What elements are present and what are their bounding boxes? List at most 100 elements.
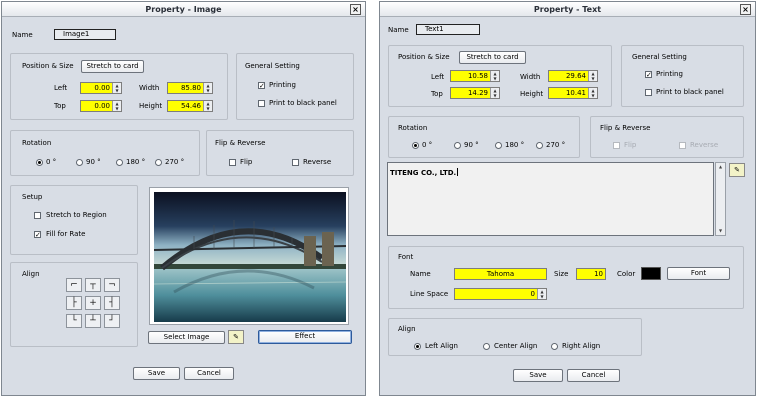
fill-for-rate-checkbox[interactable]: ✓ [34,231,41,239]
text-align-label: Align [398,325,416,333]
harbour-bridge-photo [154,192,346,322]
height-label: Height [520,90,544,98]
cancel-button[interactable]: Cancel [184,367,234,380]
rotation-90-radio[interactable] [454,142,461,149]
edit-text-icon[interactable]: ✎ [729,163,745,177]
align-bottom-right-button[interactable]: ┘ [104,314,120,328]
stretch-to-card-button[interactable]: Stretch to card [81,60,144,73]
flip-reverse-group [206,130,354,176]
left-label: Left [54,84,68,92]
width-spinner[interactable]: 29.64 ▲ ▼ [548,70,598,82]
rotation-270-radio[interactable] [536,142,543,149]
rotation-label: Rotation [22,139,52,147]
left-align-label: Left Align [425,342,458,350]
font-color-label: Color [617,270,636,278]
line-space-label: Line Space [410,290,449,298]
name-label: Name [388,26,409,34]
name-field[interactable]: Text1 [416,24,480,35]
text-scrollbar[interactable]: ▲ ▼ [715,162,726,236]
height-spinner[interactable]: 10.41 ▲ ▼ [548,87,598,99]
align-top-right-button[interactable]: ¬ [104,278,120,292]
width-spinner[interactable]: 85.80 ▲ ▼ [167,82,213,94]
center-align-label: Center Align [494,342,538,350]
dialog-title: Property - Image [2,2,365,17]
image-preview [149,187,349,325]
left-align-radio[interactable] [414,343,421,350]
font-color-swatch[interactable] [641,267,661,280]
reverse-label: Reverse [690,141,719,149]
save-button[interactable]: Save [513,369,563,382]
rotation-0-radio[interactable] [36,159,43,166]
rotation-270-label: 270 ° [165,158,185,166]
rotation-270-label: 270 ° [546,141,566,149]
close-icon[interactable]: × [350,4,361,15]
name-field[interactable]: Image1 [54,29,116,40]
rotation-90-label: 90 ° [86,158,101,166]
scroll-up-icon[interactable]: ▲ [716,163,725,171]
font-size-label: Size [554,270,569,278]
top-spinner[interactable]: 14.29 ▲ ▼ [450,87,500,99]
align-bottom-center-button[interactable]: ┴ [85,314,101,328]
align-center-button[interactable]: + [85,296,101,310]
line-space-spinner[interactable]: 0 ▲ ▼ [454,288,547,300]
scroll-down-icon[interactable]: ▼ [716,227,725,235]
text-content-editor[interactable]: TITENG CO., LTD. [387,162,714,236]
printing-label: Printing [656,70,683,78]
height-spinner[interactable]: 54.46 ▲ ▼ [167,100,213,112]
select-image-button[interactable]: Select Image [148,331,225,344]
rotation-180-label: 180 ° [126,158,146,166]
flip-label: Flip [624,141,637,149]
cancel-button[interactable]: Cancel [567,369,620,382]
reverse-checkbox[interactable] [292,159,299,166]
flip-label: Flip [240,158,253,166]
rotation-180-radio[interactable] [116,159,123,166]
printing-checkbox[interactable]: ✓ [258,82,265,90]
printing-checkbox[interactable]: ✓ [645,71,652,79]
position-size-label: Position & Size [398,53,450,61]
reverse-checkbox[interactable] [679,142,686,149]
print-black-panel-checkbox[interactable] [645,89,652,96]
align-label: Align [22,270,40,278]
edit-image-icon[interactable]: ✎ [228,330,244,344]
rotation-90-radio[interactable] [76,159,83,166]
font-size-field[interactable]: 10 [576,268,606,280]
font-name-field[interactable]: Tahoma [454,268,547,280]
print-black-panel-checkbox[interactable] [258,100,265,107]
align-top-center-button[interactable]: ┬ [85,278,101,292]
print-black-panel-label: Print to black panel [656,88,724,96]
rotation-270-radio[interactable] [155,159,162,166]
flip-checkbox[interactable] [229,159,236,166]
rotation-180-radio[interactable] [495,142,502,149]
rotation-0-radio[interactable] [412,142,419,149]
close-icon[interactable]: × [740,4,751,15]
stretch-region-checkbox[interactable] [34,212,41,219]
flip-reverse-group [590,116,744,158]
rotation-group [10,130,200,176]
general-setting-label: General Setting [245,62,300,70]
flip-checkbox[interactable] [613,142,620,149]
printing-label: Printing [269,81,296,89]
position-size-label: Position & Size [22,62,74,70]
top-label: Top [54,102,66,110]
rotation-90-label: 90 ° [464,141,479,149]
left-spinner[interactable]: 10.58 ▲ ▼ [450,70,500,82]
center-align-radio[interactable] [483,343,490,350]
rotation-180-label: 180 ° [505,141,525,149]
align-middle-right-button[interactable]: ┤ [104,296,120,310]
effect-button[interactable]: Effect [258,330,352,344]
right-align-radio[interactable] [551,343,558,350]
align-bottom-left-button[interactable]: └ [66,314,82,328]
name-label: Name [12,31,33,39]
stretch-to-card-button[interactable]: Stretch to card [459,51,526,64]
save-button[interactable]: Save [133,367,180,380]
align-middle-left-button[interactable]: ├ [66,296,82,310]
reverse-label: Reverse [303,158,332,166]
top-spinner[interactable]: 0.00 ▲ ▼ [80,100,122,112]
rotation-label: Rotation [398,124,428,132]
align-top-left-button[interactable]: ⌐ [66,278,82,292]
align-grid: ⌐ ┬ ¬ ├ + ┤ └ ┴ ┘ [66,278,124,328]
left-spinner[interactable]: 0.00 ▲ ▼ [80,82,122,94]
flip-reverse-label: Flip & Reverse [215,139,266,147]
rotation-0-label: 0 ° [46,158,57,166]
font-button[interactable]: Font [667,267,730,280]
